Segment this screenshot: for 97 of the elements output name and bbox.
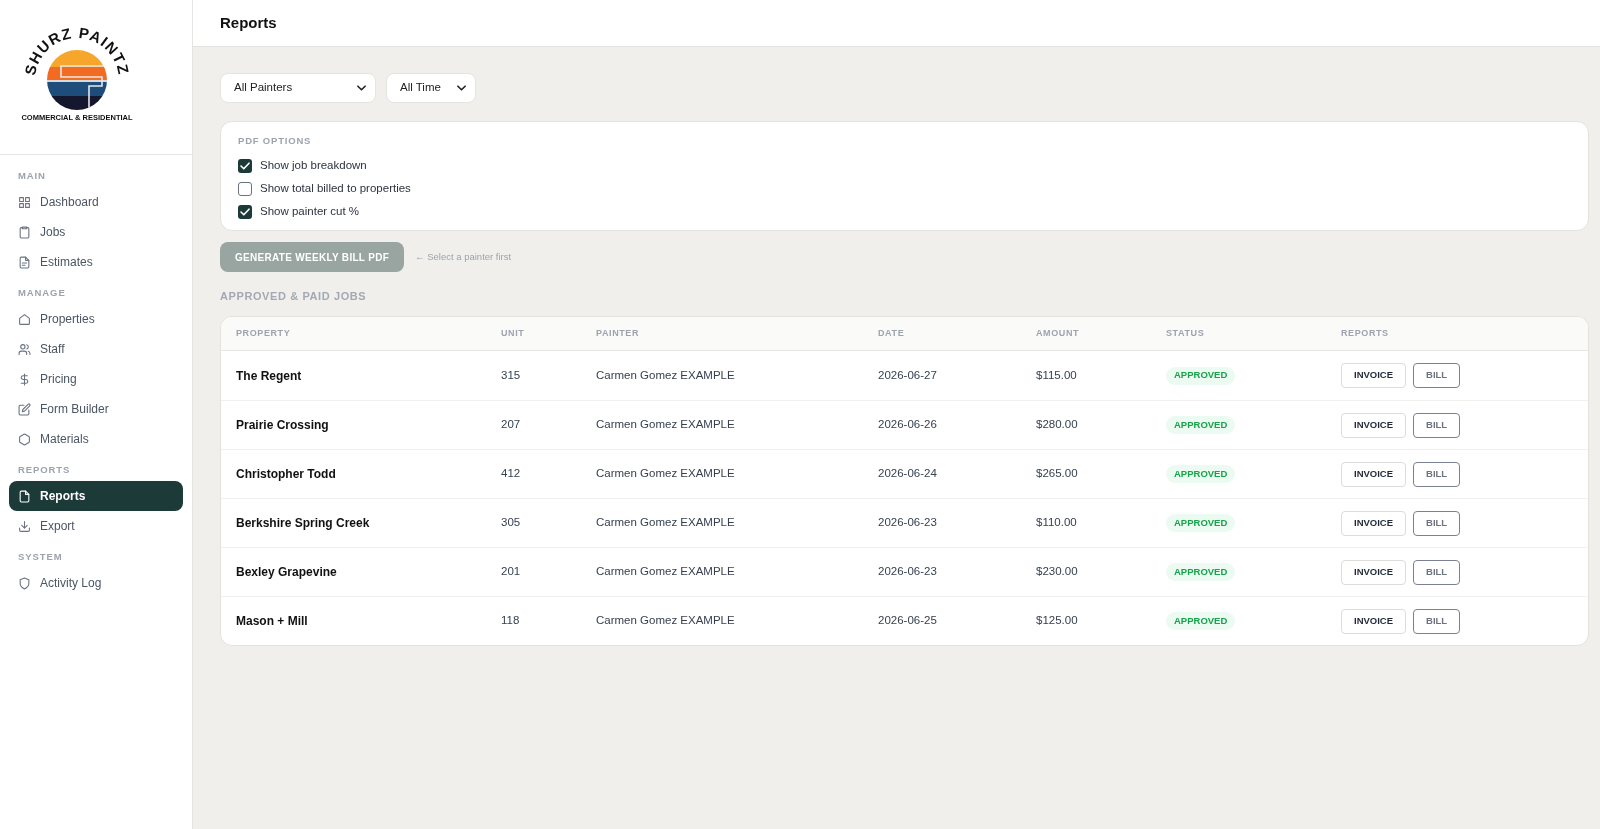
report-button[interactable]: INVOICE	[1341, 510, 1407, 536]
option-label: Show total billed to properties	[260, 180, 411, 196]
option-label: Show job breakdown	[260, 157, 367, 173]
column-header: UNIT	[501, 326, 526, 340]
table-cell-text: Prairie Crossing	[236, 417, 330, 434]
report-button[interactable]: INVOICE	[1341, 608, 1407, 634]
report-button[interactable]: BILL	[1413, 412, 1461, 438]
hexagon-icon	[18, 432, 31, 446]
table-cell-text: $230.00	[1036, 564, 1079, 580]
section-heading: APPROVED & PAID JOBS	[220, 290, 368, 302]
table-cell-text: Mason + Mill	[236, 613, 309, 630]
table-cell-text: $280.00	[1036, 417, 1079, 433]
table-cell-text: $110.00	[1036, 515, 1078, 531]
table-cell-text: 118	[501, 613, 521, 629]
clipboard-icon	[18, 225, 31, 239]
table-cell-text: 2026-06-26	[878, 417, 938, 433]
table-cell-text: Carmen Gomez EXAMPLE	[596, 367, 736, 383]
checkbox[interactable]	[238, 158, 252, 173]
table-cell-text: The Regent	[236, 367, 303, 385]
table-cell-text: 412	[501, 466, 522, 482]
table-cell-text: 2026-06-27	[878, 367, 938, 383]
nav-item[interactable]: Dashboard	[9, 187, 183, 217]
table-cell-text: 315	[501, 367, 522, 383]
nav-section-label: MAIN	[17, 169, 47, 183]
table-cell-text: $265.00	[1036, 466, 1079, 482]
column-header: AMOUNT	[1036, 326, 1081, 340]
report-button[interactable]: BILL	[1413, 363, 1461, 388]
table-cell-text: 2026-06-25	[878, 613, 938, 629]
nav-item[interactable]: Form Builder	[9, 394, 183, 424]
painter-filter-dropdown[interactable]: All Painters	[220, 73, 376, 103]
page-title: Reports	[220, 12, 277, 33]
table-cell-text: Carmen Gomez EXAMPLE	[596, 613, 736, 629]
status-badge: APPROVED	[1166, 514, 1236, 532]
table-cell-text: Carmen Gomez EXAMPLE	[596, 515, 736, 531]
section-heading: PDF OPTIONS	[238, 135, 313, 147]
table-cell-text: Berkshire Spring Creek	[236, 515, 371, 532]
report-button[interactable]: INVOICE	[1341, 559, 1407, 585]
nav-item[interactable]: Estimates	[9, 247, 183, 277]
column-header: STATUS	[1166, 326, 1206, 340]
nav-item[interactable]: Jobs	[9, 217, 183, 247]
report-button[interactable]: INVOICE	[1341, 461, 1407, 487]
option-label: Show painter cut %	[260, 203, 360, 219]
checkbox[interactable]	[238, 181, 252, 196]
table-cell-text: 207	[501, 417, 522, 433]
table-cell-text: 305	[501, 515, 522, 531]
status-badge: APPROVED	[1166, 612, 1236, 630]
nav-section-label: SYSTEM	[17, 550, 64, 564]
nav-section-label: REPORTS	[17, 463, 72, 477]
file-icon	[18, 489, 31, 503]
table-cell-text: $115.00	[1036, 367, 1078, 383]
download-icon	[18, 519, 31, 533]
dollar-icon	[18, 372, 31, 386]
chevron-down-icon	[357, 85, 366, 91]
report-button[interactable]: INVOICE	[1341, 412, 1407, 438]
nav-item[interactable]: Staff	[9, 334, 183, 364]
nav-item[interactable]: Properties	[9, 304, 183, 334]
column-header: DATE	[878, 326, 906, 340]
column-header: PROPERTY	[236, 326, 292, 340]
pencil-square-icon	[18, 402, 31, 416]
nav-section-label: MANAGE	[17, 286, 67, 300]
table-cell-text: Bexley Grapevine	[236, 564, 338, 581]
report-button[interactable]: BILL	[1413, 608, 1461, 634]
document-icon	[18, 255, 31, 269]
chevron-down-icon	[457, 85, 466, 91]
status-badge: APPROVED	[1166, 366, 1236, 385]
status-badge: APPROVED	[1166, 563, 1236, 581]
report-button[interactable]: BILL	[1413, 559, 1461, 585]
report-button[interactable]: BILL	[1413, 461, 1461, 487]
nav-item[interactable]: Pricing	[9, 364, 183, 394]
table-cell-text: Carmen Gomez EXAMPLE	[596, 466, 736, 482]
table-cell-text: 2026-06-24	[878, 466, 938, 482]
people-icon	[18, 342, 31, 356]
table-cell-text: 2026-06-23	[878, 564, 938, 580]
table-cell-text: $125.00	[1036, 613, 1079, 629]
table-cell-text: Christopher Todd	[236, 466, 337, 483]
date-range-dropdown[interactable]: All Time	[386, 73, 476, 103]
checkmark-icon	[240, 207, 250, 216]
nav-item[interactable]: Activity Log	[9, 568, 183, 598]
house-icon	[18, 312, 31, 326]
hint-text: ← Select a painter first	[415, 249, 512, 264]
status-badge: APPROVED	[1166, 416, 1236, 434]
grid-icon	[18, 195, 31, 209]
checkbox[interactable]	[238, 204, 252, 219]
table-cell-text: Carmen Gomez EXAMPLE	[596, 564, 736, 580]
status-badge: APPROVED	[1166, 465, 1236, 483]
column-header: PAINTER	[596, 326, 641, 340]
report-button[interactable]: INVOICE	[1341, 363, 1407, 388]
checkmark-icon	[240, 161, 250, 170]
table-cell-text: 201	[501, 564, 522, 580]
nav-item[interactable]: Export	[9, 511, 183, 541]
nav-item[interactable]: Reports	[9, 481, 183, 511]
column-header: REPORTS	[1341, 326, 1390, 340]
shield-icon	[18, 576, 31, 590]
table-cell-text: 2026-06-23	[878, 515, 938, 531]
report-button[interactable]: BILL	[1413, 510, 1461, 536]
table-cell-text: Carmen Gomez EXAMPLE	[596, 417, 736, 433]
nav-item[interactable]: Materials	[9, 424, 183, 454]
